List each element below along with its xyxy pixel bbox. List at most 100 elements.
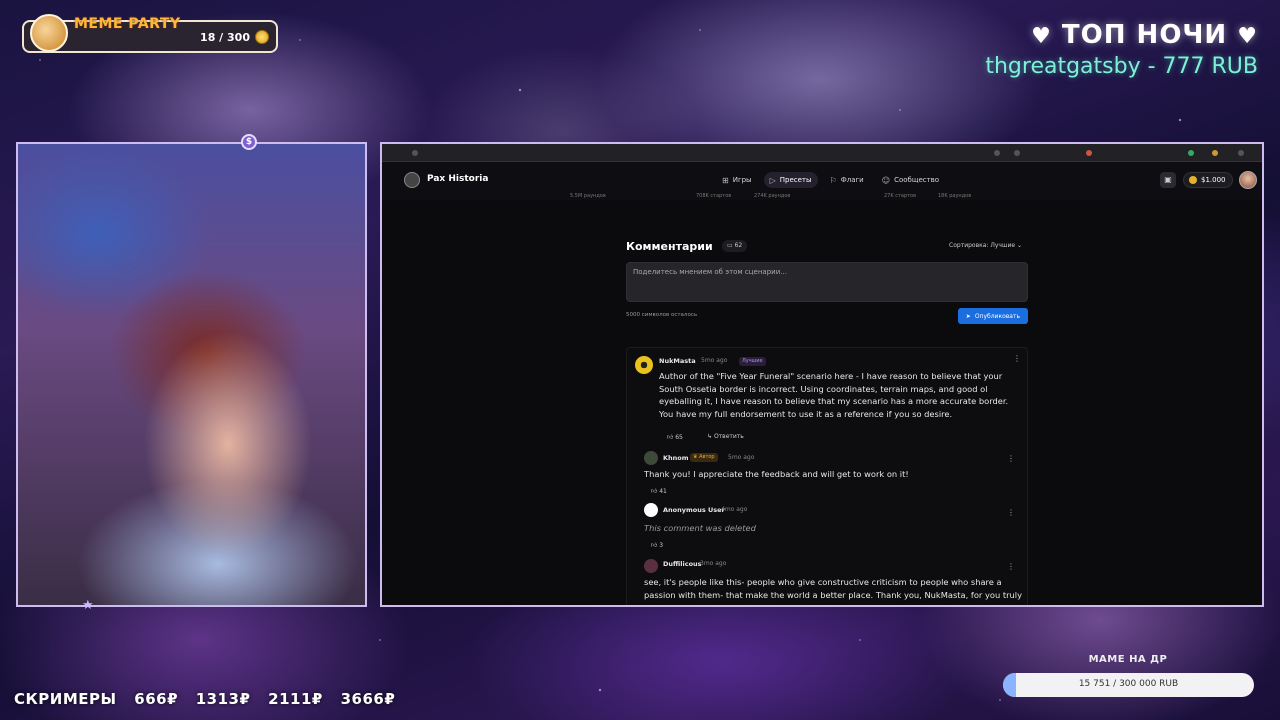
reply-button[interactable]: ↳ Ответить xyxy=(707,433,744,440)
top-night-widget: ♥ ТОП НОЧИ ♥ thgreatgatsby - 777 RUB xyxy=(938,20,1258,79)
comment-time: 3mo ago xyxy=(700,560,727,567)
thumbs-up-icon: 👍︎ xyxy=(651,488,660,495)
tab-icon[interactable] xyxy=(1086,150,1092,156)
comment-input[interactable]: Поделитесь мнением об этом сценарии... xyxy=(626,262,1028,302)
avatar xyxy=(644,503,658,517)
browser-tab-bar xyxy=(382,144,1262,162)
nav-item-label: Сообщество xyxy=(894,176,940,184)
screamers-label: СКРИМЕРЫ xyxy=(14,690,117,708)
more-options-icon[interactable]: ⋮ xyxy=(1013,354,1021,363)
send-icon: ➤ xyxy=(965,312,971,320)
nav-item-community[interactable]: ☺ Сообщество xyxy=(876,172,945,188)
more-options-icon[interactable]: ⋮ xyxy=(1007,562,1015,571)
sort-label: Сортировка: Лучшие xyxy=(949,242,1016,249)
nav-item-games[interactable]: ⊞ Игры xyxy=(716,172,758,188)
play-icon: ▷ xyxy=(769,175,776,185)
comment-author[interactable]: Khnom xyxy=(663,454,689,462)
like-button[interactable]: 👍︎ 3 xyxy=(651,541,663,549)
avatar xyxy=(644,451,658,465)
comment-author[interactable]: Anonymous User xyxy=(663,506,725,514)
comment-icon: ▭ xyxy=(727,242,735,249)
stat-item: 274K раундов xyxy=(754,193,791,199)
site-logo-text[interactable]: Pax Historia xyxy=(427,174,488,184)
balance-badge[interactable]: $1.000 xyxy=(1183,172,1233,188)
heart-icon: ♥ xyxy=(1237,24,1258,49)
gift-icon[interactable]: ▣ xyxy=(1160,172,1176,188)
deleted-comment-notice: This comment was deleted xyxy=(644,523,756,533)
scenario-stats: 5.5M раундов 708K стартов 274K раундов 2… xyxy=(382,193,1262,201)
comment-author[interactable]: Duffilicous xyxy=(663,560,702,568)
like-count: 41 xyxy=(659,488,667,495)
tab-icon[interactable] xyxy=(412,150,418,156)
tab-icon[interactable] xyxy=(1212,150,1218,156)
comment-input-placeholder: Поделитесь мнением об этом сценарии... xyxy=(633,268,787,276)
heart-icon: ♥ xyxy=(1031,24,1052,49)
sort-dropdown[interactable]: Сортировка: Лучшие ⌄ xyxy=(949,242,1022,249)
comment-time: 5mo ago xyxy=(701,357,728,364)
tab-icon[interactable] xyxy=(994,150,1000,156)
goal-progress-text: 15 751 / 300 000 RUB xyxy=(1078,679,1179,689)
like-count: 3 xyxy=(659,542,664,549)
avatar xyxy=(644,559,658,573)
top-night-title: ТОП НОЧИ xyxy=(1061,20,1228,50)
coin-icon xyxy=(255,30,269,44)
reply-label: Ответить xyxy=(713,433,744,440)
site-nav-menu: ⊞ Игры ▷ Пресеты ⚐ Флаги ☺ Сообщество xyxy=(716,172,945,188)
comment-time: 4mo ago xyxy=(721,506,748,513)
like-button[interactable]: 👍︎ 41 xyxy=(651,487,667,495)
nav-item-label: Пресеты xyxy=(779,176,812,184)
users-icon: ☺ xyxy=(881,175,891,185)
comments-section: Комментарии ▭ 62 Сортировка: Лучшие ⌄ По… xyxy=(626,238,1028,324)
publish-label: Опубликовать xyxy=(974,312,1020,320)
stat-item: 5.5M раундов xyxy=(570,193,606,199)
tab-icon[interactable] xyxy=(1014,150,1020,156)
comment-thread: NukMasta 5mo ago Лучшие ⋮ Author of the … xyxy=(626,347,1028,605)
meme-party-count: 18 / 300 xyxy=(200,31,250,44)
nav-item-flags[interactable]: ⚐ Флаги xyxy=(824,172,870,188)
goal-label: МАМЕ НА ДР xyxy=(1088,654,1168,665)
reply-icon: ↳ xyxy=(707,433,714,440)
screamer-price: 666₽ xyxy=(134,690,179,708)
balance-value: $1.000 xyxy=(1201,176,1226,184)
screamer-price: 2111₽ xyxy=(268,690,323,708)
best-badge: Лучшие xyxy=(739,357,766,366)
top-night-title-row: ♥ ТОП НОЧИ ♥ xyxy=(938,20,1258,50)
thumbs-up-icon: 👍︎ xyxy=(651,542,660,549)
top-night-donor: thgreatgatsby - 777 RUB xyxy=(985,54,1258,79)
browser-window: Pax Historia ⊞ Игры ▷ Пресеты ⚐ Флаги ☺ … xyxy=(380,142,1264,607)
webcam-feed xyxy=(16,142,367,607)
user-avatar[interactable] xyxy=(1239,171,1257,189)
author-badge-label: Автор xyxy=(699,454,715,460)
chars-left: 5000 символов осталось xyxy=(626,312,698,318)
more-options-icon[interactable]: ⋮ xyxy=(1007,454,1015,463)
site-logo-icon[interactable] xyxy=(404,172,420,188)
comment-body: Thank you! I appreciate the feedback and… xyxy=(644,469,909,479)
stat-item: 708K стартов xyxy=(696,193,732,199)
publish-button[interactable]: ➤ Опубликовать xyxy=(957,308,1028,324)
thumbs-up-icon: 👍︎ xyxy=(667,434,676,441)
tab-icon[interactable] xyxy=(1188,150,1194,156)
comment-time: 5mo ago xyxy=(728,454,755,461)
comment-body: see, it's people like this- people who g… xyxy=(644,577,1022,600)
author-badge: ♛ Автор xyxy=(690,453,718,462)
flag-icon: ⚐ xyxy=(829,175,837,185)
chevron-down-icon: ⌄ xyxy=(1016,242,1022,249)
stat-item: 27K стартов xyxy=(884,193,917,199)
nav-item-label: Флаги xyxy=(840,176,864,184)
comment-body: Author of the "Five Year Funeral" scenar… xyxy=(659,371,1009,419)
comment-author[interactable]: NukMasta xyxy=(659,357,696,365)
like-button[interactable]: 👍︎ 65 xyxy=(667,433,683,441)
gamepad-icon: ⊞ xyxy=(722,175,729,185)
dollar-icon: $ xyxy=(241,134,257,150)
nav-item-presets[interactable]: ▷ Пресеты xyxy=(763,172,818,188)
tab-icon[interactable] xyxy=(1238,150,1244,156)
screamer-price: 1313₽ xyxy=(195,690,251,708)
meme-party-title: MEME PARTY xyxy=(74,16,181,32)
comments-count-badge: ▭ 62 xyxy=(722,240,748,252)
coin-icon xyxy=(1189,176,1197,184)
comments-title: Комментарии xyxy=(626,240,713,253)
stat-item: 18K раундов xyxy=(938,193,972,199)
more-options-icon[interactable]: ⋮ xyxy=(1007,508,1015,517)
like-count: 65 xyxy=(675,434,683,441)
comments-header: Комментарии ▭ 62 Сортировка: Лучшие ⌄ xyxy=(626,238,1028,256)
